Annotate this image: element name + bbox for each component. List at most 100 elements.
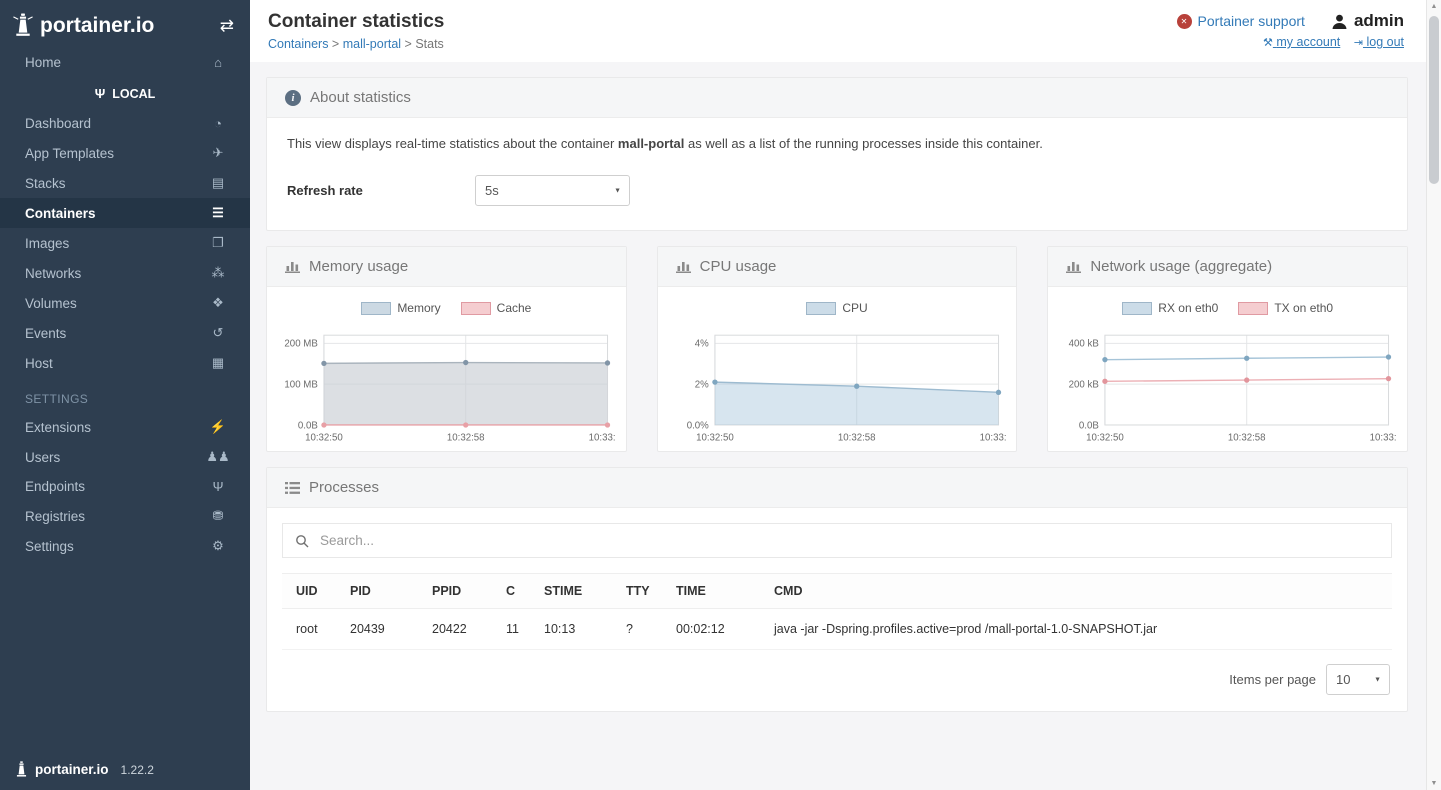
topbar: Container statistics Containers > mall-p… xyxy=(250,0,1426,62)
sidebar-item-users[interactable]: Users♟♟ xyxy=(0,442,250,472)
sidebar-item-endpoints[interactable]: EndpointsΨ xyxy=(0,472,250,501)
sidebar-item-events[interactable]: Events↺ xyxy=(0,318,250,348)
breadcrumb-containers[interactable]: Containers xyxy=(268,37,328,51)
info-icon: i xyxy=(285,90,301,106)
scrollbar-thumb[interactable] xyxy=(1429,16,1439,184)
column-header-cmd[interactable]: CMD xyxy=(764,574,1392,609)
processes-widget: Processes UIDPIDPPIDCSTIMETTYTIMECMD roo… xyxy=(266,467,1408,712)
column-header-tty[interactable]: TTY xyxy=(616,574,666,609)
sign-out-icon: ⇥ xyxy=(1354,36,1363,49)
collapse-sidebar-icon[interactable]: ⇄ xyxy=(220,16,234,36)
memory-chart-legend: Memory Cache xyxy=(277,301,616,315)
sidebar: portainer.io ⇄ Home⌂ Ψ LOCAL Dashboard◔App … xyxy=(0,0,250,790)
endpoint-label: LOCAL xyxy=(112,87,155,101)
sidebar-item-extensions[interactable]: Extensions⚡ xyxy=(0,412,250,442)
column-header-uid[interactable]: UID xyxy=(282,574,340,609)
database-icon: ⛃ xyxy=(206,508,230,524)
column-header-stime[interactable]: STIME xyxy=(534,574,616,609)
svg-text:0.0%: 0.0% xyxy=(686,420,708,431)
network-chart-legend: RX on eth0TX on eth0 xyxy=(1058,301,1397,315)
search-input[interactable] xyxy=(318,532,1379,549)
legend-swatch xyxy=(806,302,836,315)
memory-usage-chart: 200 MB100 MB0.0B10:32:5010:32:5810:33:02 xyxy=(277,325,616,447)
sidebar-item-label: Images xyxy=(25,236,69,251)
server-icon: ▦ xyxy=(206,355,230,371)
refresh-rate-select[interactable]: 5s xyxy=(475,175,630,206)
sidebar-item-registries[interactable]: Registries ⛃ xyxy=(0,501,250,531)
portainer-support-link[interactable]: ✕ Portainer support xyxy=(1177,13,1305,29)
sidebar-item-settings[interactable]: Settings⚙ xyxy=(0,531,250,561)
main-content: Container statistics Containers > mall-p… xyxy=(250,0,1426,712)
table-cell: 11 xyxy=(496,609,534,650)
sidebar-item-label: Registries xyxy=(25,509,85,524)
widget-title: Memory usage xyxy=(309,258,408,275)
widget-title: Processes xyxy=(309,479,379,496)
items-per-page-select[interactable]: 10 xyxy=(1326,664,1390,695)
cpu-usage-widget: CPU usage CPU 4%2%0.0%10:32:5010:32:5810… xyxy=(657,246,1018,452)
sidebar-menu: Home⌂ Ψ LOCAL Dashboard◔App Templates✈Stack… xyxy=(0,48,250,561)
process-table: UIDPIDPPIDCSTIMETTYTIMECMD root204392042… xyxy=(282,573,1392,650)
svg-text:0.0B: 0.0B xyxy=(1079,420,1099,431)
sidebar-item-label: Users xyxy=(25,450,60,465)
breadcrumb-mall-portal[interactable]: mall-portal xyxy=(343,37,401,51)
column-header-time[interactable]: TIME xyxy=(666,574,764,609)
sidebar-item-volumes[interactable]: Volumes❖ xyxy=(0,288,250,318)
user-icon xyxy=(1331,13,1348,30)
home-icon: ⌂ xyxy=(206,55,230,70)
about-statistics-header: i About statistics xyxy=(267,78,1407,118)
svg-text:10:32:50: 10:32:50 xyxy=(1086,432,1124,443)
tasks-icon xyxy=(285,482,300,494)
svg-text:0.0B: 0.0B xyxy=(298,420,318,431)
page-title: Container statistics xyxy=(268,11,444,33)
table-cell: java -jar -Dspring.profiles.active=prod … xyxy=(764,609,1392,650)
sidebar-item-stacks[interactable]: Stacks▤ xyxy=(0,168,250,198)
lighthouse-footer-icon xyxy=(14,761,29,778)
svg-text:4%: 4% xyxy=(694,339,708,350)
legend-label: Cache xyxy=(497,301,532,315)
sidebar-item-home[interactable]: Home⌂ xyxy=(0,48,250,77)
username: admin xyxy=(1354,11,1404,31)
column-header-ppid[interactable]: PPID xyxy=(422,574,496,609)
legend-swatch xyxy=(1122,302,1152,315)
plug-icon: Ψ xyxy=(95,86,106,101)
svg-text:10:32:50: 10:32:50 xyxy=(305,432,343,443)
sidebar-item-dashboard[interactable]: Dashboard◔ xyxy=(0,109,250,138)
column-header-c[interactable]: C xyxy=(496,574,534,609)
svg-text:200 MB: 200 MB xyxy=(284,339,317,350)
breadcrumb-separator: > xyxy=(401,37,415,51)
sidebar-section-settings: SETTINGS xyxy=(0,378,250,412)
table-row: root20439204221110:13?00:02:12java -jar … xyxy=(282,609,1392,650)
legend-item-tx-on-eth0: TX on eth0 xyxy=(1238,301,1333,315)
support-icon: ✕ xyxy=(1177,14,1192,29)
search-bar xyxy=(282,523,1392,558)
tachometer-icon: ◔ xyxy=(206,116,230,131)
portainer-logo[interactable]: portainer.io xyxy=(12,13,154,38)
svg-text:2%: 2% xyxy=(694,380,708,391)
breadcrumb-separator: > xyxy=(328,37,342,51)
sidebar-item-networks[interactable]: Networks⁂ xyxy=(0,258,250,288)
wrench-icon: ⚒ xyxy=(1263,36,1273,49)
scrollbar-down-arrow[interactable]: ▼ xyxy=(1427,780,1441,787)
svg-text:10:33:02: 10:33:02 xyxy=(979,432,1006,443)
clone-icon: ❐ xyxy=(206,235,230,251)
column-header-pid[interactable]: PID xyxy=(340,574,422,609)
network-usage-widget: Network usage (aggregate) RX on eth0TX o… xyxy=(1047,246,1408,452)
logo-text: portainer.io xyxy=(40,14,154,38)
legend-label: CPU xyxy=(842,301,867,315)
user-menu[interactable]: admin xyxy=(1331,11,1404,31)
sidebar-item-app-templates[interactable]: App Templates✈ xyxy=(0,138,250,168)
my-account-link[interactable]: ⚒ my account xyxy=(1263,35,1340,49)
log-out-link[interactable]: ⇥ log out xyxy=(1354,35,1404,49)
sidebar-item-host[interactable]: Host▦ xyxy=(0,348,250,378)
sidebar-item-label: Volumes xyxy=(25,296,77,311)
sidebar-item-images[interactable]: Images ❐ xyxy=(0,228,250,258)
legend-item-memory: Memory xyxy=(361,301,440,315)
vertical-scrollbar: ▲ ▼ xyxy=(1426,0,1441,790)
svg-text:10:32:58: 10:32:58 xyxy=(838,432,876,443)
scrollbar-up-arrow[interactable]: ▲ xyxy=(1427,3,1441,10)
svg-text:100 MB: 100 MB xyxy=(284,380,317,391)
charts-row: Memory usage Memory Cache 200 MB 100 MB 0.0… xyxy=(266,246,1408,452)
sidebar-item-containers[interactable]: Containers☰ xyxy=(0,198,250,228)
sidebar-item-label: Settings xyxy=(25,539,74,554)
items-per-page-label: Items per page xyxy=(1229,672,1316,687)
